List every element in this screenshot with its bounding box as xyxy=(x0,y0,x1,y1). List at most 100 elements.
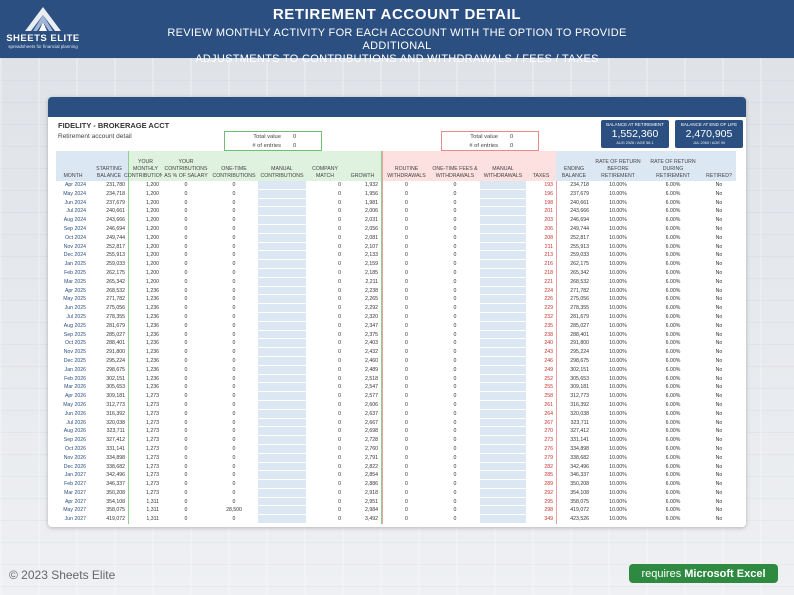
cell-one-time-fees-withdrawals[interactable]: 0 xyxy=(430,295,480,304)
cell-one-time-fees-withdrawals[interactable]: 0 xyxy=(430,410,480,419)
cell-one-time-fees-withdrawals[interactable]: 0 xyxy=(430,190,480,199)
cell-manual-contributions[interactable] xyxy=(258,515,306,525)
cell-manual-contributions[interactable] xyxy=(258,224,306,234)
cell-one-time-fees-withdrawals[interactable]: 0 xyxy=(430,383,480,392)
cell-one-time-contributions[interactable]: 0 xyxy=(210,410,258,419)
cell-one-time-fees-withdrawals[interactable]: 0 xyxy=(430,278,480,287)
cell-manual-contributions[interactable] xyxy=(258,348,306,357)
cell-manual-withdrawals[interactable] xyxy=(480,295,526,305)
cell-one-time-contributions[interactable]: 0 xyxy=(210,313,258,322)
cell-one-time-contributions[interactable]: 0 xyxy=(210,366,258,375)
cell-one-time-fees-withdrawals[interactable]: 0 xyxy=(430,304,480,313)
cell-manual-contributions[interactable] xyxy=(258,400,306,410)
cell-manual-contributions[interactable] xyxy=(258,198,306,208)
cell-one-time-fees-withdrawals[interactable]: 0 xyxy=(430,401,480,410)
cell-one-time-fees-withdrawals[interactable]: 0 xyxy=(430,515,480,524)
cell-manual-contributions[interactable] xyxy=(258,480,306,489)
cell-manual-withdrawals[interactable] xyxy=(480,383,526,393)
cell-one-time-contributions[interactable]: 0 xyxy=(210,375,258,384)
cell-manual-withdrawals[interactable] xyxy=(480,436,526,445)
cell-manual-contributions[interactable] xyxy=(258,321,306,331)
cell-one-time-contributions[interactable]: 28,500 xyxy=(210,506,258,515)
cell-manual-contributions[interactable] xyxy=(258,260,306,269)
cell-one-time-contributions[interactable]: 0 xyxy=(210,243,258,252)
cell-one-time-contributions[interactable]: 0 xyxy=(210,357,258,366)
cell-one-time-contributions[interactable]: 0 xyxy=(210,234,258,243)
cell-manual-contributions[interactable] xyxy=(258,189,306,199)
cell-manual-withdrawals[interactable] xyxy=(480,365,526,375)
cell-manual-contributions[interactable] xyxy=(258,436,306,445)
cell-manual-withdrawals[interactable] xyxy=(480,339,526,349)
cell-one-time-contributions[interactable]: 0 xyxy=(210,225,258,234)
cell-manual-contributions[interactable] xyxy=(258,462,306,472)
cell-manual-withdrawals[interactable] xyxy=(480,497,526,507)
cell-one-time-fees-withdrawals[interactable]: 0 xyxy=(430,375,480,384)
cell-manual-contributions[interactable] xyxy=(258,268,306,278)
cell-manual-withdrawals[interactable] xyxy=(480,198,526,208)
cell-one-time-contributions[interactable]: 0 xyxy=(210,322,258,331)
cell-manual-withdrawals[interactable] xyxy=(480,506,526,516)
cell-one-time-contributions[interactable]: 0 xyxy=(210,427,258,436)
cell-one-time-contributions[interactable]: 0 xyxy=(210,199,258,208)
cell-one-time-contributions[interactable]: 0 xyxy=(210,181,258,190)
cell-manual-withdrawals[interactable] xyxy=(480,348,526,357)
cell-one-time-fees-withdrawals[interactable]: 0 xyxy=(430,251,480,260)
cell-manual-withdrawals[interactable] xyxy=(480,251,526,261)
cell-one-time-contributions[interactable]: 0 xyxy=(210,489,258,498)
cell-one-time-contributions[interactable]: 0 xyxy=(210,287,258,296)
cell-one-time-fees-withdrawals[interactable]: 0 xyxy=(430,260,480,269)
cell-one-time-fees-withdrawals[interactable]: 0 xyxy=(430,207,480,216)
cell-manual-withdrawals[interactable] xyxy=(480,356,526,366)
cell-one-time-fees-withdrawals[interactable]: 0 xyxy=(430,348,480,357)
account-name[interactable]: FIDELITY - BROKERAGE ACCT xyxy=(58,121,169,130)
cell-one-time-fees-withdrawals[interactable]: 0 xyxy=(430,234,480,243)
cell-one-time-contributions[interactable]: 0 xyxy=(210,269,258,278)
cell-one-time-fees-withdrawals[interactable]: 0 xyxy=(430,322,480,331)
cell-manual-withdrawals[interactable] xyxy=(480,427,526,437)
cell-one-time-contributions[interactable]: 0 xyxy=(210,295,258,304)
cell-one-time-contributions[interactable]: 0 xyxy=(210,304,258,313)
cell-one-time-contributions[interactable]: 0 xyxy=(210,463,258,472)
cell-manual-withdrawals[interactable] xyxy=(480,453,526,463)
cell-one-time-contributions[interactable]: 0 xyxy=(210,436,258,445)
cell-one-time-fees-withdrawals[interactable]: 0 xyxy=(430,357,480,366)
cell-manual-contributions[interactable] xyxy=(258,409,306,419)
cell-manual-withdrawals[interactable] xyxy=(480,224,526,234)
cell-one-time-contributions[interactable]: 0 xyxy=(210,348,258,357)
cell-manual-withdrawals[interactable] xyxy=(480,268,526,278)
cell-manual-contributions[interactable] xyxy=(258,365,306,375)
cell-one-time-fees-withdrawals[interactable]: 0 xyxy=(430,331,480,340)
cell-manual-contributions[interactable] xyxy=(258,233,306,243)
cell-one-time-fees-withdrawals[interactable]: 0 xyxy=(430,243,480,252)
cell-manual-withdrawals[interactable] xyxy=(480,321,526,331)
cell-one-time-fees-withdrawals[interactable]: 0 xyxy=(430,339,480,348)
cell-manual-withdrawals[interactable] xyxy=(480,462,526,472)
cell-one-time-fees-withdrawals[interactable]: 0 xyxy=(430,216,480,225)
cell-manual-withdrawals[interactable] xyxy=(480,181,526,190)
cell-one-time-fees-withdrawals[interactable]: 0 xyxy=(430,199,480,208)
cell-manual-withdrawals[interactable] xyxy=(480,312,526,322)
cell-one-time-contributions[interactable]: 0 xyxy=(210,445,258,454)
cell-one-time-contributions[interactable]: 0 xyxy=(210,331,258,340)
cell-manual-contributions[interactable] xyxy=(258,207,306,217)
cell-manual-withdrawals[interactable] xyxy=(480,330,526,340)
cell-manual-withdrawals[interactable] xyxy=(480,444,526,454)
cell-one-time-contributions[interactable]: 0 xyxy=(210,454,258,463)
cell-one-time-fees-withdrawals[interactable]: 0 xyxy=(430,366,480,375)
cell-manual-contributions[interactable] xyxy=(258,471,306,481)
cell-manual-withdrawals[interactable] xyxy=(480,374,526,384)
cell-manual-withdrawals[interactable] xyxy=(480,286,526,296)
cell-one-time-fees-withdrawals[interactable]: 0 xyxy=(430,287,480,296)
cell-manual-withdrawals[interactable] xyxy=(480,233,526,243)
cell-one-time-fees-withdrawals[interactable]: 0 xyxy=(430,427,480,436)
cell-one-time-fees-withdrawals[interactable]: 0 xyxy=(430,269,480,278)
cell-manual-contributions[interactable] xyxy=(258,330,306,340)
cell-manual-contributions[interactable] xyxy=(258,383,306,393)
cell-one-time-contributions[interactable]: 0 xyxy=(210,515,258,524)
cell-one-time-contributions[interactable]: 0 xyxy=(210,190,258,199)
cell-manual-withdrawals[interactable] xyxy=(480,260,526,269)
cell-manual-contributions[interactable] xyxy=(258,506,306,516)
cell-one-time-fees-withdrawals[interactable]: 0 xyxy=(430,225,480,234)
cell-manual-contributions[interactable] xyxy=(258,418,306,428)
cell-manual-contributions[interactable] xyxy=(258,339,306,349)
